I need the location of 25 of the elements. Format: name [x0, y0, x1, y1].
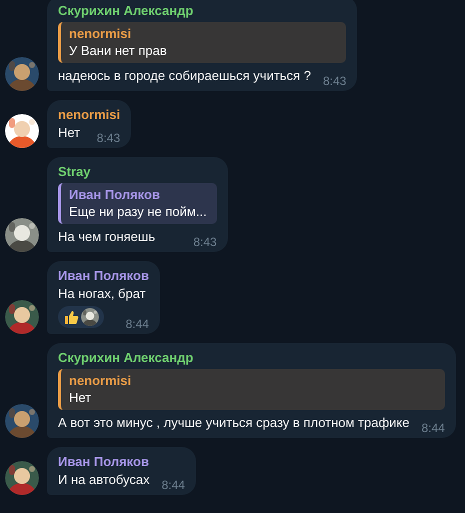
message-time: 8:43: [193, 235, 217, 249]
message-text: И на автобусах: [58, 471, 150, 489]
message-text: А вот это минус , лучше учиться сразу в плотном трафике: [58, 414, 410, 432]
reply-author: nenormisi: [69, 25, 132, 42]
thumbs-up-icon: [63, 309, 79, 325]
sender-name: Stray: [58, 163, 92, 180]
message-text: На ногах, брат: [58, 285, 147, 303]
sender-name: Иван Поляков: [58, 453, 150, 470]
message-time: 8:44: [421, 421, 445, 435]
message-time: 8:44: [162, 478, 185, 492]
sender-name: Иван Поляков: [58, 267, 149, 284]
message-text: надеюсь в городе собираешься учиться ?: [58, 67, 311, 85]
reply-text: У Вани нет прав: [69, 42, 168, 60]
reply-author: nenormisi: [69, 372, 132, 389]
sender-name: Скурихин Александр: [58, 2, 194, 19]
sender-name: nenormisi: [58, 106, 120, 123]
sender-name: Скурихин Александр: [58, 349, 194, 366]
reply-text: Нет: [69, 389, 92, 407]
message-time: 8:43: [96, 131, 120, 145]
reply-text: Еще ни разу не пойм...: [69, 203, 207, 221]
reply-author: Иван Поляков: [69, 186, 161, 203]
message-text: На чем гоняешь: [58, 228, 156, 246]
message-time: 8:43: [322, 74, 346, 88]
message-time: 8:44: [126, 317, 149, 331]
message-text: Нет: [58, 124, 80, 142]
